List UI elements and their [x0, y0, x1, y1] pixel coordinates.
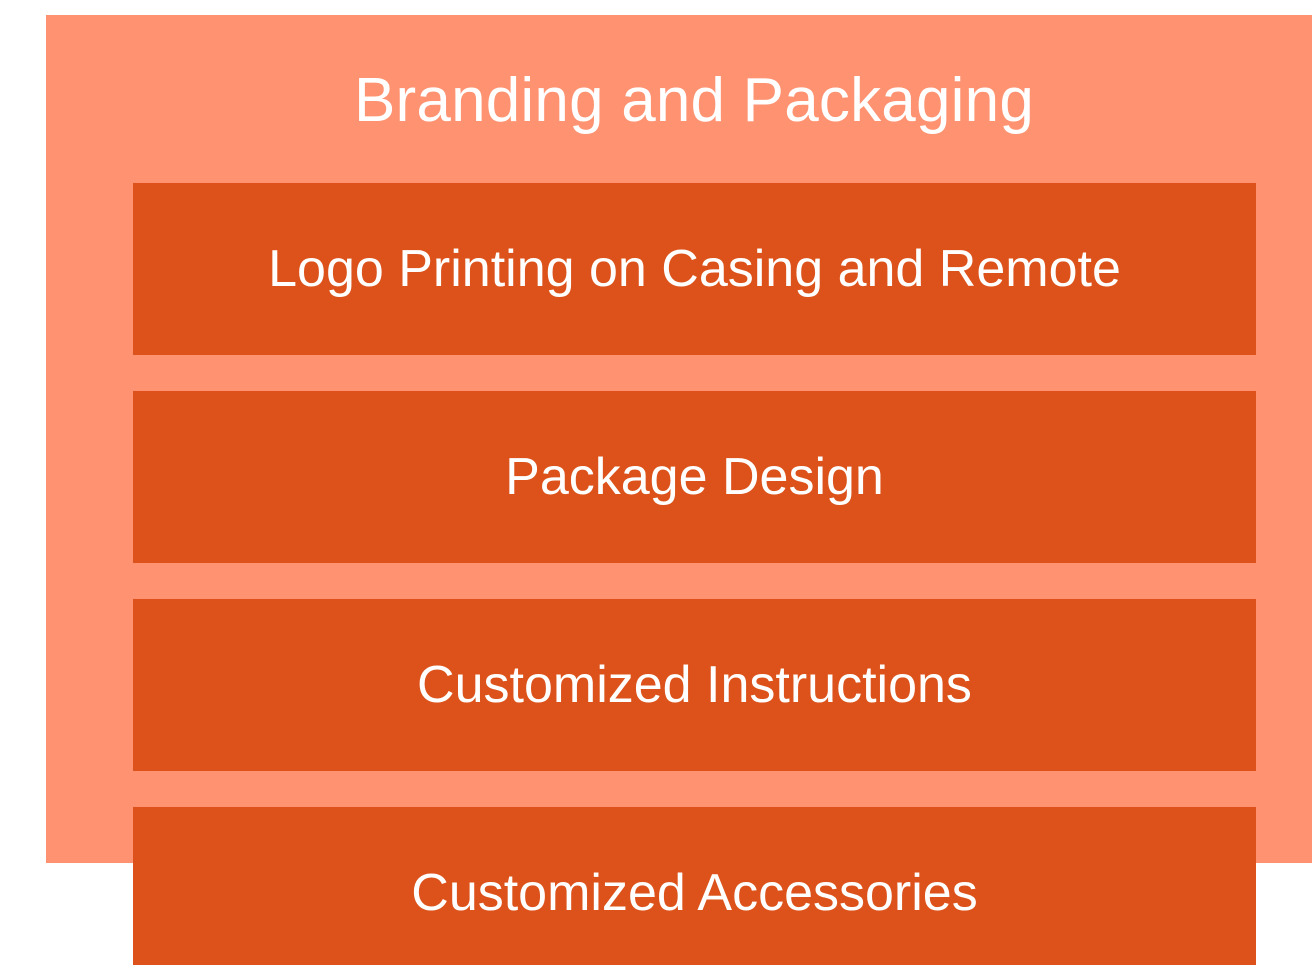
item-box-customized-accessories: Customized Accessories: [133, 807, 1256, 965]
item-box-package-design: Package Design: [133, 391, 1256, 563]
item-label: Customized Accessories: [411, 864, 978, 922]
panel-title: Branding and Packaging: [353, 65, 1034, 135]
diagram-canvas: Branding and Packaging Logo Printing on …: [0, 0, 1312, 965]
item-box-customized-instructions: Customized Instructions: [133, 599, 1256, 771]
item-label: Package Design: [505, 448, 884, 506]
item-label: Logo Printing on Casing and Remote: [268, 240, 1121, 298]
item-label: Customized Instructions: [417, 656, 972, 714]
item-box-logo-printing: Logo Printing on Casing and Remote: [133, 183, 1256, 355]
